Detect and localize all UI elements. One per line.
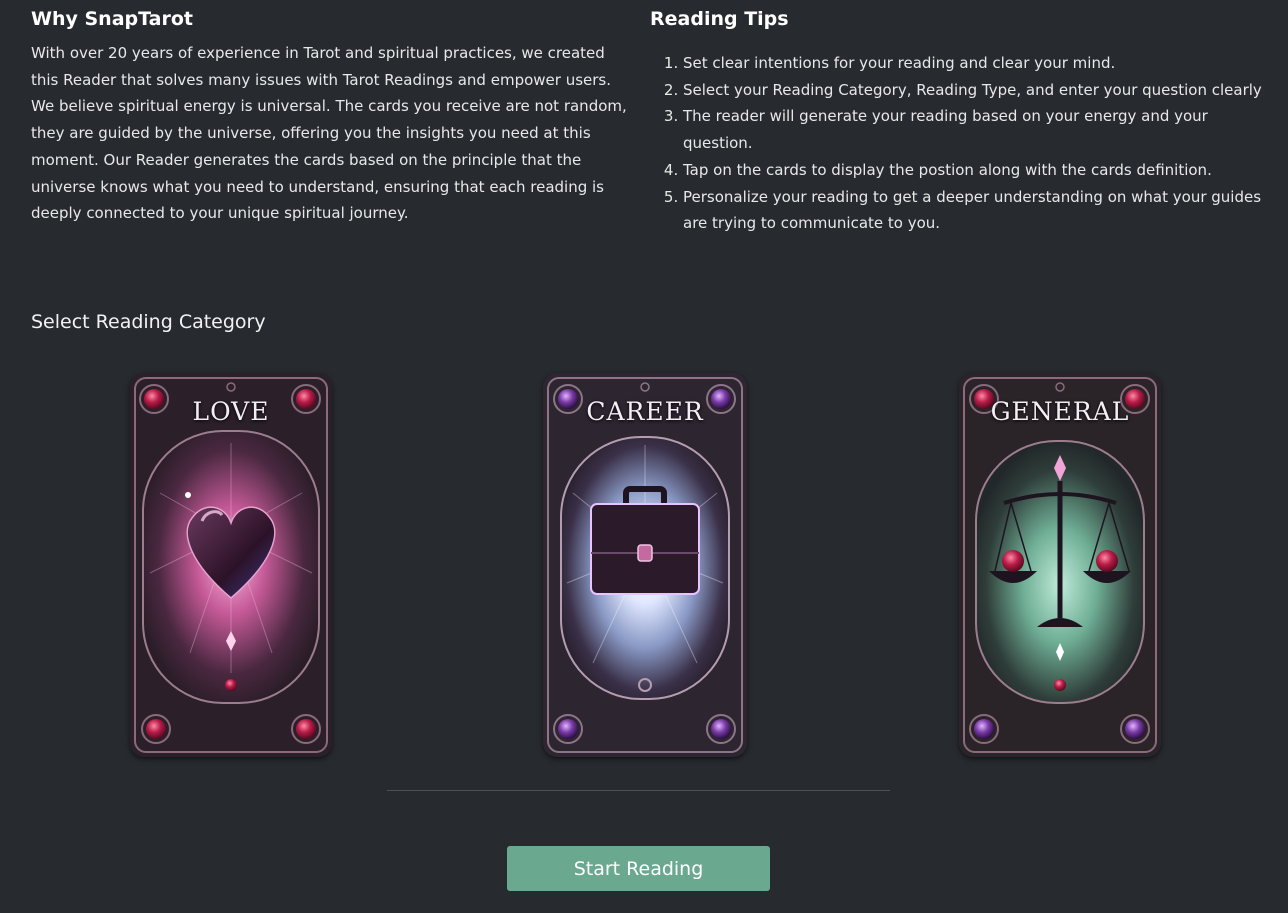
category-card-love[interactable]: LOVE	[130, 373, 332, 757]
category-card-general[interactable]: GENERAL	[959, 373, 1161, 757]
tip-item: Personalize your reading to get a deeper…	[683, 184, 1270, 237]
tip-item: The reader will generate your reading ba…	[683, 103, 1270, 156]
briefcase-icon	[590, 486, 700, 595]
divider	[387, 790, 890, 791]
category-title: Select Reading Category	[31, 311, 266, 333]
card-label-general: GENERAL	[990, 397, 1130, 426]
about-title: Why SnapTarot	[31, 8, 193, 30]
category-card-career[interactable]: CAREER	[543, 373, 747, 757]
tips-list: Set clear intentions for your reading an…	[650, 50, 1270, 237]
tips-title: Reading Tips	[650, 8, 789, 30]
about-text: With over 20 years of experience in Taro…	[31, 44, 627, 223]
tips-section: Reading Tips Set clear intentions for yo…	[650, 4, 1270, 237]
love-card-art	[130, 373, 332, 757]
tip-item: Select your Reading Category, Reading Ty…	[683, 77, 1270, 104]
tip-item: Tap on the cards to display the postion …	[683, 157, 1270, 184]
general-card-art	[959, 373, 1161, 757]
card-label-love: LOVE	[192, 397, 270, 426]
card-label-career: CAREER	[586, 397, 704, 426]
career-card-art	[543, 373, 747, 757]
start-reading-button[interactable]: Start Reading	[507, 846, 770, 891]
about-section: Why SnapTarot With over 20 years of expe…	[31, 4, 631, 227]
tip-item: Set clear intentions for your reading an…	[683, 50, 1270, 77]
